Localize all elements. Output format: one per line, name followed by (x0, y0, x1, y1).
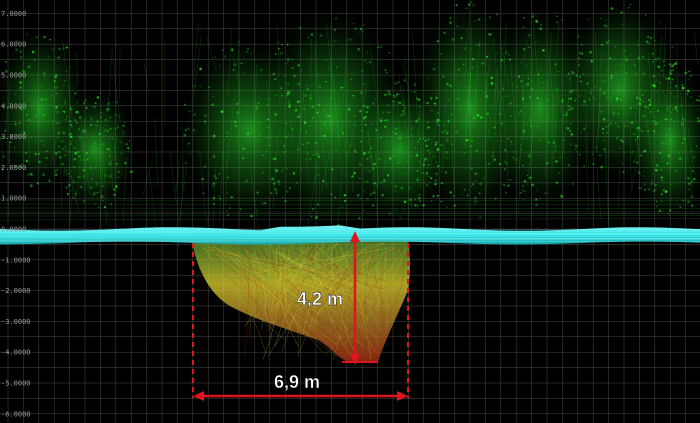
width-arrow-head-left (193, 391, 204, 401)
water-surface-point-cloud (0, 225, 700, 245)
depth-label: 4,2 m (297, 289, 343, 309)
axis-tick-label: -6.0000 (1, 410, 31, 418)
axis-tick-label: 5.0000 (1, 72, 26, 80)
profile-view-canvas[interactable]: 7.0000 6.0000 5.0000 4.0000 3.0000 2.0000 1.00… (0, 0, 700, 423)
vegetation-point-cloud (0, 0, 700, 253)
axis-tick-label: -3.0000 (1, 318, 31, 326)
axis-tick-label: 2.0000 (1, 164, 26, 172)
axis-tick-label: -1.0000 (1, 256, 31, 264)
axis-tick-label: 0.0000 (1, 226, 26, 234)
axis-tick-label: -5.0000 (1, 380, 31, 388)
axis-tick-label: 4.0000 (1, 102, 26, 110)
width-label: 6,9 m (274, 372, 320, 392)
axis-tick-label: 7.0000 (1, 10, 26, 18)
axis-tick-label: -4.0000 (1, 349, 31, 357)
axis-tick-label: 6.0000 (1, 41, 26, 49)
axis-tick-label: 3.0000 (1, 133, 26, 141)
axis-tick-label: -2.0000 (1, 287, 31, 295)
width-arrow-head-right (397, 391, 408, 401)
axis-tick-label: 1.0000 (1, 195, 26, 203)
point-cloud-viewer[interactable]: 7.0000 6.0000 5.0000 4.0000 3.0000 2.0000 1.00… (0, 0, 700, 423)
elevation-axis: 7.0000 6.0000 5.0000 4.0000 3.0000 2.0000 1.00… (1, 10, 31, 418)
